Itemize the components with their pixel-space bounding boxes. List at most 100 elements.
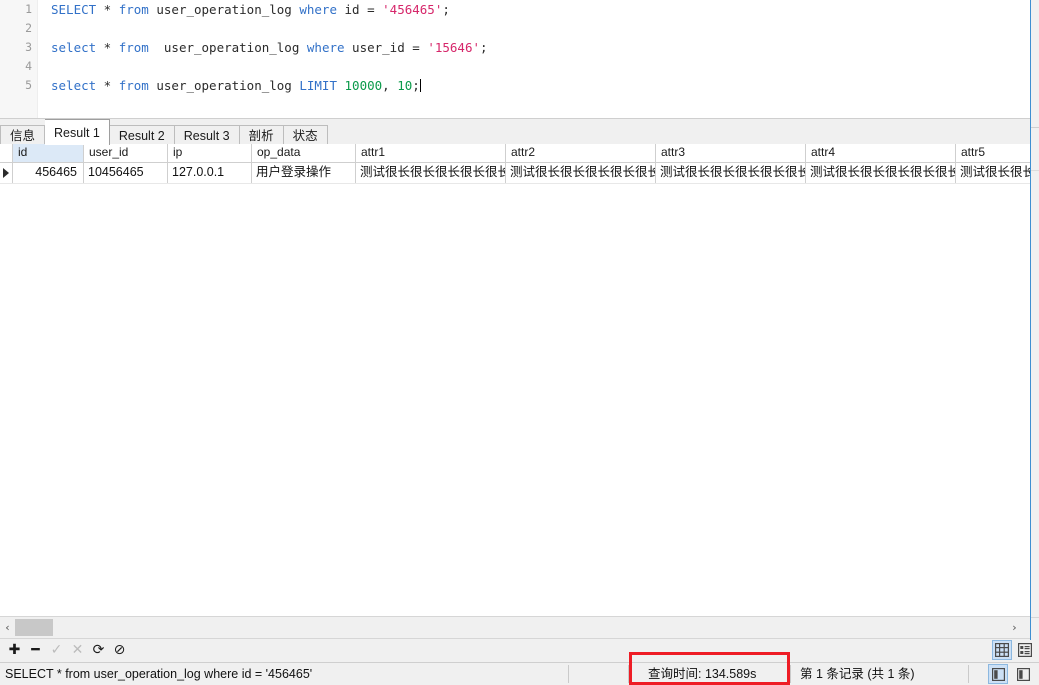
- edge-separator-3: [1031, 617, 1039, 618]
- status-query-time: 查询时间: 134.589s: [648, 667, 757, 681]
- table-row[interactable]: 456465 10456465 127.0.0.1 用户登录操作 测试很长很长很长很长很…: [0, 163, 1030, 184]
- scroll-left-arrow-icon[interactable]: ‹: [1, 617, 14, 638]
- grid-column-header[interactable]: attr3: [656, 144, 806, 162]
- grid-cell[interactable]: 测试很长很长很长很长很长很长很长很长: [806, 163, 956, 183]
- status-divider-2: [628, 665, 629, 683]
- code-token: user_id =: [344, 40, 428, 55]
- editor-line-number: 3: [25, 40, 32, 54]
- editor-code-line[interactable]: [38, 57, 1030, 76]
- grid-column-header[interactable]: attr2: [506, 144, 656, 162]
- edge-separator-2: [1031, 170, 1039, 171]
- grid-cell[interactable]: 127.0.0.1: [168, 163, 252, 183]
- grid-column-header[interactable]: ip: [168, 144, 252, 162]
- tab-profile[interactable]: 剖析: [239, 125, 284, 145]
- current-row-marker[interactable]: [0, 163, 13, 183]
- grid-column-header-label: attr2: [511, 145, 536, 159]
- view-mode-toggle-group[interactable]: [989, 640, 1035, 660]
- code-token: user_operation_log: [148, 78, 300, 93]
- grid-view-icon[interactable]: [992, 640, 1012, 660]
- grid-horizontal-scrollbar[interactable]: ‹ ›: [0, 616, 1030, 638]
- grid-cell[interactable]: 测试很长很长很长很长很长很长很长很长: [956, 163, 1030, 183]
- tab-bar-filler: [327, 124, 1030, 145]
- code-token: *: [96, 2, 119, 17]
- tab-label: 状态: [292, 129, 318, 143]
- grid-cell[interactable]: 456465: [13, 163, 84, 183]
- status-bar: SELECT * from user_operation_log where i…: [0, 662, 1039, 685]
- editor-line-number: 5: [25, 78, 32, 92]
- grid-column-header[interactable]: op_data: [252, 144, 356, 162]
- tab-info[interactable]: 信息: [0, 125, 46, 145]
- grid-toolbar[interactable]: ✚ ━ ✓ ✕ ⟳ ⊘: [0, 638, 1039, 662]
- grid-toolbar-buttons: ✚ ━ ✓ ✕ ⟳ ⊘: [0, 639, 1039, 662]
- tab-result-2[interactable]: Result 2: [109, 125, 175, 145]
- grid-column-header-label: attr5: [961, 145, 986, 159]
- scroll-right-arrow-icon[interactable]: ›: [1008, 617, 1021, 638]
- stop-button[interactable]: ⊘: [110, 641, 129, 660]
- grid-cell[interactable]: 测试很长很长很长很长很长很长很长很长: [356, 163, 506, 183]
- code-token: '15646': [427, 40, 481, 55]
- grid-cell-value: 用户登录操作: [256, 165, 332, 179]
- grid-corner-cell: [0, 144, 13, 162]
- grid-column-header-label: attr3: [661, 145, 686, 159]
- grid-column-header[interactable]: attr4: [806, 144, 956, 162]
- grid-column-header-label: id: [18, 145, 28, 159]
- window-right-border: [1030, 0, 1031, 640]
- grid-column-header-label: attr4: [811, 145, 836, 159]
- show-right-panel-icon[interactable]: [1013, 664, 1033, 684]
- editor-code-line[interactable]: select * from user_operation_log LIMIT 1…: [38, 76, 1030, 95]
- grid-column-header-label: op_data: [257, 145, 301, 159]
- editor-code-line[interactable]: SELECT * from user_operation_log where i…: [38, 0, 1030, 19]
- code-token: ;: [412, 78, 420, 93]
- code-token: select: [51, 78, 97, 93]
- add-record-button[interactable]: ✚: [5, 641, 24, 660]
- current-row-arrow-icon: [3, 168, 9, 178]
- code-token: user_operation_log: [148, 40, 307, 55]
- grid-cell-value: 测试很长很长很长很长很长很长很长很长: [360, 165, 505, 179]
- code-token: select: [51, 40, 97, 55]
- grid-cell[interactable]: 测试很长很长很长很长很长很长很长很长: [506, 163, 656, 183]
- sql-editor[interactable]: 1 2 3 4 5 SELECT * from user_operation_log w…: [0, 0, 1030, 118]
- result-grid[interactable]: id user_id ip op_data attr1 attr2 attr3 attr4 at…: [0, 144, 1030, 616]
- editor-code-area[interactable]: SELECT * from user_operation_log where i…: [38, 0, 1030, 95]
- grid-cell-value: 测试很长很长很长很长很长很长很长很长: [660, 165, 805, 179]
- editor-code-line[interactable]: [38, 19, 1030, 38]
- grid-cell-value: 测试很长很长很长很长很长很长很长很长: [960, 165, 1030, 179]
- editor-line-number: 2: [25, 21, 32, 35]
- tab-label: Result 2: [118, 129, 165, 143]
- grid-cell-value: 测试很长很长很长很长很长很长很长很长: [810, 165, 955, 179]
- status-divider-4: [968, 665, 969, 683]
- tab-label: 信息: [10, 129, 36, 143]
- code-token: '456465': [382, 2, 443, 17]
- code-token: from: [118, 78, 149, 93]
- status-divider-1: [568, 665, 569, 683]
- form-view-icon[interactable]: [1015, 640, 1035, 660]
- grid-cell[interactable]: 用户登录操作: [252, 163, 356, 183]
- grid-column-header[interactable]: id: [13, 144, 84, 162]
- show-left-panel-icon[interactable]: [988, 664, 1008, 684]
- grid-body[interactable]: 456465 10456465 127.0.0.1 用户登录操作 测试很长很长很长很长很…: [0, 163, 1030, 184]
- result-tab-bar[interactable]: 信息 Result 1 Result 2 Result 3 剖析 状态: [0, 118, 1030, 145]
- tab-label: Result 1: [54, 126, 100, 140]
- grid-column-header[interactable]: user_id: [84, 144, 168, 162]
- grid-column-header[interactable]: attr5: [956, 144, 1030, 162]
- window-right-strip: [1031, 0, 1039, 640]
- grid-cell-value: 10456465: [88, 165, 144, 179]
- code-token: ;: [442, 2, 450, 17]
- result-tab-list: 信息 Result 1 Result 2 Result 3 剖析 状态: [0, 119, 1030, 145]
- edge-separator-1: [1031, 127, 1039, 128]
- tab-label: Result 3: [183, 129, 230, 143]
- editor-code-line[interactable]: select * from user_operation_log where u…: [38, 38, 1030, 57]
- code-token: where: [306, 40, 345, 55]
- refresh-button[interactable]: ⟳: [89, 641, 108, 660]
- code-token: 10: [397, 78, 413, 93]
- grid-cell-value: 测试很长很长很长很长很长很长很长很长: [510, 165, 655, 179]
- tab-result-1[interactable]: Result 1: [45, 119, 110, 145]
- grid-cell[interactable]: 测试很长很长很长很长很长很长很长很长: [656, 163, 806, 183]
- tab-status[interactable]: 状态: [283, 125, 328, 145]
- grid-cell[interactable]: 10456465: [84, 163, 168, 183]
- grid-column-header[interactable]: attr1: [356, 144, 506, 162]
- delete-record-button[interactable]: ━: [26, 641, 45, 660]
- scrollbar-thumb[interactable]: [15, 619, 53, 636]
- tab-result-3[interactable]: Result 3: [174, 125, 240, 145]
